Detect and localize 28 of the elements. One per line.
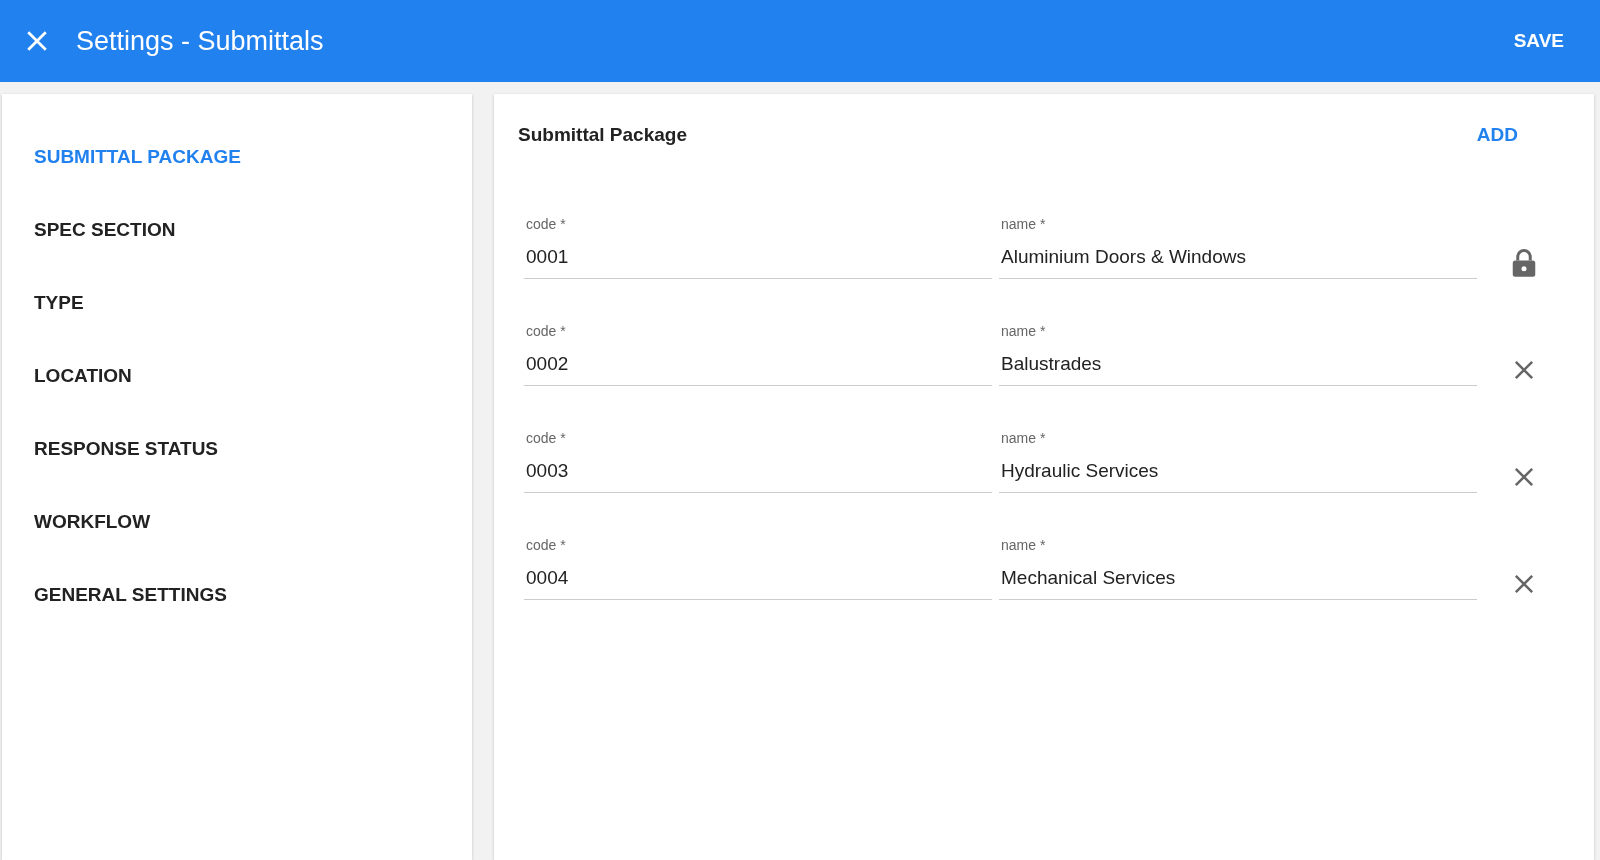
sidebar-item[interactable]: WORKFLOW [2,485,472,558]
panel-title: Submittal Package [518,124,687,146]
field-label: name * [1001,537,1047,553]
sidebar-item[interactable]: GENERAL SETTINGS [2,558,472,631]
sidebar-item[interactable]: LOCATION [2,339,472,412]
field-label: name * [1001,323,1047,339]
field-label: name * [1001,216,1047,232]
window-title: Settings - Submittals [76,25,325,57]
field-label: code * [526,323,567,339]
name-field[interactable]: Aluminium Doors & Windows [999,240,1477,279]
lock-icon [1511,247,1537,278]
add-button[interactable]: ADD [1460,116,1534,154]
code-field[interactable]: 0003 [524,454,992,493]
field-label: code * [526,430,567,446]
name-field[interactable]: Balustrades [999,347,1477,386]
name-field[interactable]: Hydraulic Services [999,454,1477,493]
field-label: code * [526,537,567,553]
save-button[interactable]: SAVE [1497,22,1580,60]
sidebar-item[interactable]: SPEC SECTION [2,193,472,266]
name-field[interactable]: Mechanical Services [999,561,1477,600]
code-field[interactable]: 0001 [524,240,992,279]
field-label: code * [526,216,567,232]
code-field[interactable]: 0004 [524,561,992,600]
field-label: name * [1001,430,1047,446]
sidebar-item[interactable]: RESPONSE STATUS [2,412,472,485]
code-field[interactable]: 0002 [524,347,992,386]
sidebar-item[interactable]: SUBMITTAL PACKAGE [2,120,472,193]
sidebar-item[interactable]: TYPE [2,266,472,339]
